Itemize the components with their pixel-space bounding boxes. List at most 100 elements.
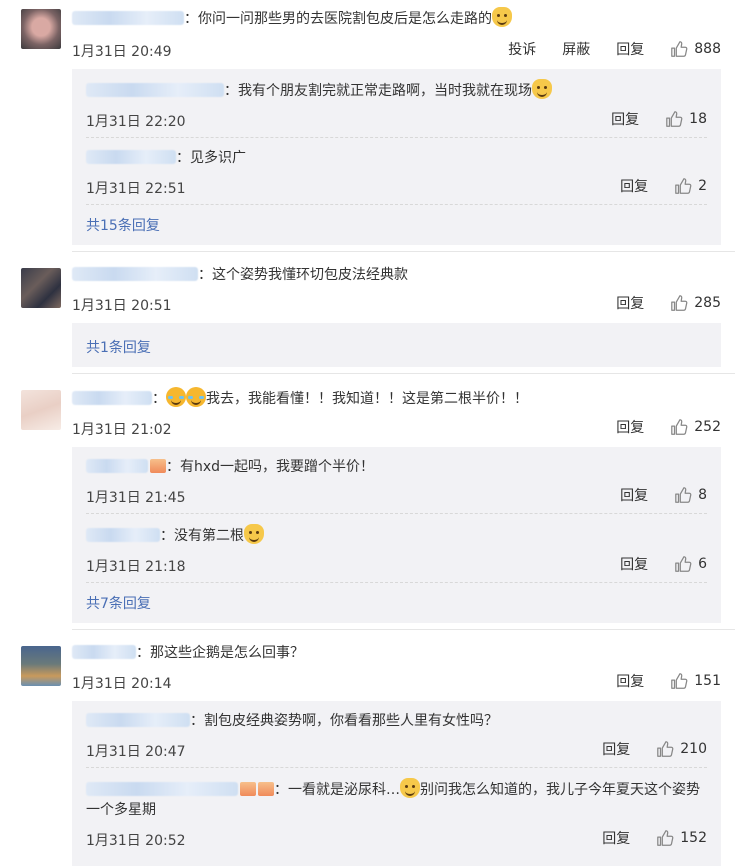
like-button[interactable]: 8 [674,486,707,504]
doge-emoji-icon [400,778,420,798]
doge-emoji-icon [244,524,264,544]
like-button[interactable]: 2 [674,177,707,195]
like-count: 888 [694,41,721,57]
comment-thread: ：你问一问那些男的去医院割包皮后是怎么走路的 1月31日 20:49 投诉 屏蔽… [0,0,735,866]
thumbs-up-icon [666,111,683,127]
like-button[interactable]: 285 [670,294,721,312]
reply-button[interactable]: 回复 [620,176,648,196]
thumbs-up-icon [671,673,688,689]
comment: ：那这些企鹅是怎么回事？ 1月31日 20:14 回复 151 ：割包皮经典姿势… [0,630,735,866]
thumbs-up-icon [671,295,688,311]
like-count: 18 [689,111,707,127]
like-button[interactable]: 151 [670,672,721,690]
thumbs-up-icon [675,487,692,503]
thumbs-up-icon [657,741,674,757]
reply-text: ：没有第二根 [160,528,244,544]
reply-list: ：割包皮经典姿势啊，你看看那些人里有女性吗？ 1月31日 20:47 回复 21… [72,701,721,866]
member-badge-icon [150,459,166,473]
timestamp: 1月31日 22:51 [86,181,186,197]
member-badge-icon [258,782,274,796]
reply-button[interactable]: 回复 [620,485,648,505]
reply-list: ：我有个朋友割完就正常走路啊，当时我就在现场 1月31日 22:20 回复 18… [72,69,721,245]
username-blurred[interactable] [86,782,238,796]
username-blurred[interactable] [72,267,198,281]
doge-emoji-icon [492,7,512,27]
timestamp: 1月31日 20:49 [72,44,172,60]
reply-list: 共1条回复 [72,323,721,367]
comment-text: ：你问一问那些男的去医院割包皮后是怎么走路的 [184,11,492,27]
like-count: 151 [694,673,721,689]
like-count: 210 [680,741,707,757]
reply-text: ：见多识广 [176,150,246,166]
view-more-replies-link[interactable]: 共1条回复 [86,331,707,357]
reply-text: ：割包皮经典姿势啊，你看看那些人里有女性吗？ [190,713,498,729]
report-button[interactable]: 投诉 [508,39,536,59]
username-blurred[interactable] [72,391,152,405]
laugh-cry-emoji-icon [166,387,186,407]
username-blurred[interactable] [86,528,160,542]
comment: ：你问一问那些男的去医院割包皮后是怎么走路的 1月31日 20:49 投诉 屏蔽… [0,0,735,252]
reply: ：我有个朋友割完就正常走路啊，当时我就在现场 1月31日 22:20 回复 18 [86,79,707,137]
like-count: 285 [694,295,721,311]
like-count: 2 [698,178,707,194]
comment-body: ：你问一问那些男的去医院割包皮后是怎么走路的 [72,7,735,29]
reply-button[interactable]: 回复 [620,554,648,574]
reply: ：割包皮经典姿势啊，你看看那些人里有女性吗？ 1月31日 20:47 回复 21… [86,711,707,767]
like-button[interactable]: 6 [674,555,707,573]
username-blurred[interactable] [86,83,224,97]
like-button[interactable]: 18 [665,110,707,128]
comment: ：我去，我能看懂！！我知道！！这是第二根半价！！ 1月31日 21:02 回复 … [0,374,735,630]
like-button[interactable]: 888 [670,40,721,58]
timestamp: 1月31日 20:47 [86,744,186,760]
reply-button[interactable]: 回复 [616,671,644,691]
avatar[interactable] [21,646,61,686]
reply-button[interactable]: 回复 [611,109,639,129]
avatar[interactable] [21,9,61,49]
reply-text: ：一看就是泌尿科… [274,782,400,798]
reply-button[interactable]: 回复 [602,828,630,848]
reply-text: ：我有个朋友割完就正常走路啊，当时我就在现场 [224,83,532,99]
comment-text: ：这个姿势我懂环切包皮法经典款 [198,267,408,283]
username-blurred[interactable] [72,11,184,25]
reply: ：有hxd一起吗，我要蹭个半价！ 1月31日 21:45 回复 8 [86,457,707,513]
reply-button[interactable]: 回复 [616,39,644,59]
timestamp: 1月31日 20:51 [72,298,172,314]
avatar[interactable] [21,390,61,430]
doge-emoji-icon [532,79,552,99]
comment-text: ：那这些企鹅是怎么回事？ [136,645,304,661]
username-blurred[interactable] [86,459,148,473]
reply: ：见多识广 1月31日 22:51 回复 2 [86,137,707,204]
like-button[interactable]: 210 [656,740,707,758]
reply-button[interactable]: 回复 [616,293,644,313]
timestamp: 1月31日 21:18 [86,559,186,575]
comment-text-continued: 我去，我能看懂！！我知道！！这是第二根半价！！ [206,391,528,407]
timestamp: 1月31日 20:52 [86,833,186,849]
comment-text: ： [152,391,166,407]
username-blurred[interactable] [86,713,190,727]
view-more-replies-link[interactable]: 共15条回复 [86,204,707,235]
thumbs-up-icon [675,178,692,194]
reply-list: ：有hxd一起吗，我要蹭个半价！ 1月31日 21:45 回复 8 ：没有第二根… [72,447,721,623]
timestamp: 1月31日 22:20 [86,114,186,130]
like-count: 252 [694,419,721,435]
reply: ：一看就是泌尿科… 别问我怎么知道的，我儿子今年夏天这个姿势一个多星期 1月31日… [86,767,707,856]
view-more-replies-link[interactable]: 共7条回复 [86,582,707,613]
avatar[interactable] [21,268,61,308]
timestamp: 1月31日 20:14 [72,676,172,692]
comment: ：这个姿势我懂环切包皮法经典款 1月31日 20:51 回复 285 共1条回复 [0,252,735,374]
like-count: 6 [698,556,707,572]
thumbs-up-icon [671,419,688,435]
username-blurred[interactable] [72,645,136,659]
timestamp: 1月31日 21:45 [86,490,186,506]
reply: ：没有第二根 1月31日 21:18 回复 6 [86,513,707,582]
reply-button[interactable]: 回复 [616,417,644,437]
reply-button[interactable]: 回复 [602,739,630,759]
thumbs-up-icon [671,41,688,57]
laugh-cry-emoji-icon [186,387,206,407]
like-button[interactable]: 252 [670,418,721,436]
reply-text: ：有hxd一起吗，我要蹭个半价！ [166,459,375,475]
username-blurred[interactable] [86,150,176,164]
block-button[interactable]: 屏蔽 [562,39,590,59]
comment-meta: 1月31日 20:49 投诉 屏蔽 回复 888 [72,39,735,61]
like-count: 152 [680,830,707,846]
